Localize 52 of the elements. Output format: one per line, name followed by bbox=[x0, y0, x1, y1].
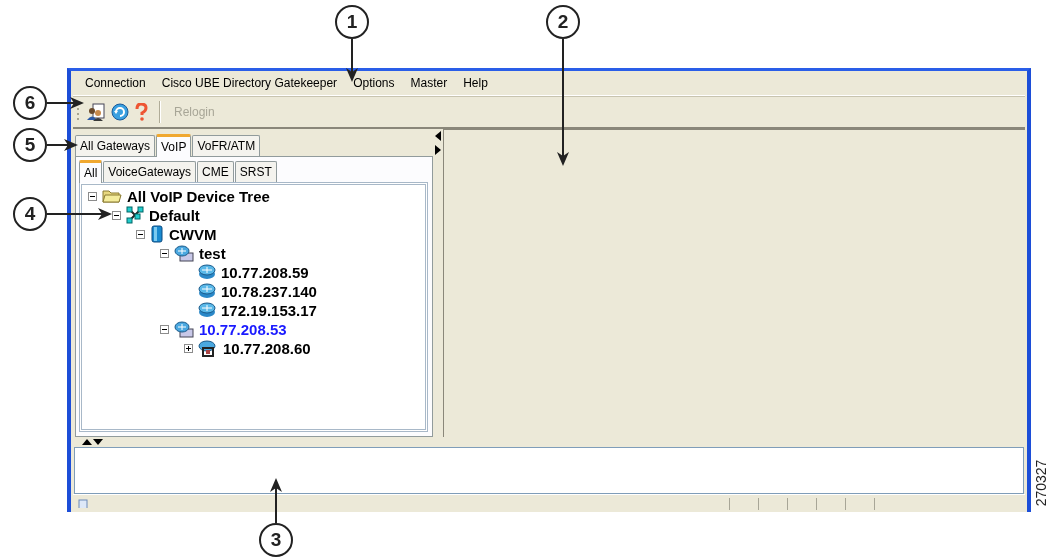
callout-number: 5 bbox=[13, 128, 47, 162]
menu-item[interactable]: Help bbox=[455, 75, 496, 90]
menu-item[interactable]: Master bbox=[402, 75, 456, 90]
callout-number: 2 bbox=[546, 5, 580, 39]
tree-node-label[interactable]: 10.77.208.60 bbox=[223, 339, 311, 357]
callout-arrow bbox=[46, 97, 84, 109]
router-icon bbox=[198, 302, 216, 318]
network-icon bbox=[126, 206, 144, 224]
expander-icon[interactable] bbox=[184, 343, 193, 353]
refresh-icon[interactable] bbox=[111, 102, 129, 121]
callout-arrow bbox=[46, 208, 112, 220]
tree-node-label[interactable]: CWVM bbox=[169, 225, 217, 243]
expander-icon[interactable] bbox=[88, 191, 97, 201]
tree-node-label[interactable]: Default bbox=[149, 206, 200, 224]
tree-node-label[interactable]: test bbox=[199, 244, 226, 262]
device-tab[interactable]: CME bbox=[197, 160, 234, 182]
document-icon bbox=[77, 498, 89, 509]
device-tab[interactable]: SRST bbox=[234, 160, 277, 182]
users-document-icon[interactable] bbox=[86, 102, 106, 121]
server-icon bbox=[150, 225, 164, 243]
tree-node-label[interactable]: 10.77.208.53 bbox=[199, 320, 287, 338]
expander-icon[interactable] bbox=[112, 210, 121, 220]
gateway-tab[interactable]: VoIP bbox=[156, 133, 192, 157]
callout-arrow bbox=[46, 139, 78, 151]
device-tab[interactable]: VoiceGateways bbox=[103, 160, 197, 182]
expander-icon[interactable] bbox=[160, 248, 169, 258]
expander-icon[interactable] bbox=[136, 229, 145, 239]
router-icon bbox=[198, 264, 216, 280]
gateway-tab[interactable]: VoFR/ATM bbox=[192, 134, 261, 156]
tree-node-label[interactable]: All VoIP Device Tree bbox=[127, 187, 270, 205]
callout-number: 3 bbox=[259, 523, 293, 557]
gateway-icon bbox=[198, 339, 218, 357]
tree-node-label[interactable]: 10.77.208.59 bbox=[221, 263, 309, 281]
menu-item[interactable]: Connection bbox=[77, 75, 154, 90]
help-icon[interactable] bbox=[134, 102, 148, 121]
menu-item[interactable]: Options bbox=[345, 75, 403, 90]
device-tab[interactable]: All bbox=[79, 159, 103, 183]
expand-arrows-icon[interactable] bbox=[81, 437, 105, 446]
expander-icon[interactable] bbox=[160, 324, 169, 334]
router-group-icon bbox=[174, 320, 194, 338]
callout-number: 4 bbox=[13, 197, 47, 231]
gateway-tab[interactable]: All Gateways bbox=[75, 134, 156, 156]
callout-number: 6 bbox=[13, 86, 47, 120]
callout-arrow bbox=[270, 478, 282, 524]
figure-id: 270327 bbox=[1033, 459, 1050, 507]
callout-number: 1 bbox=[335, 5, 369, 39]
tree-node-label[interactable]: 10.78.237.140 bbox=[221, 282, 317, 300]
tree-node-label[interactable]: 172.19.153.17 bbox=[221, 301, 317, 319]
router-icon bbox=[198, 283, 216, 299]
menu-item[interactable]: Cisco UBE Directory Gatekeeper bbox=[153, 75, 346, 90]
folder-icon bbox=[102, 188, 122, 204]
router-group-icon bbox=[174, 244, 194, 262]
